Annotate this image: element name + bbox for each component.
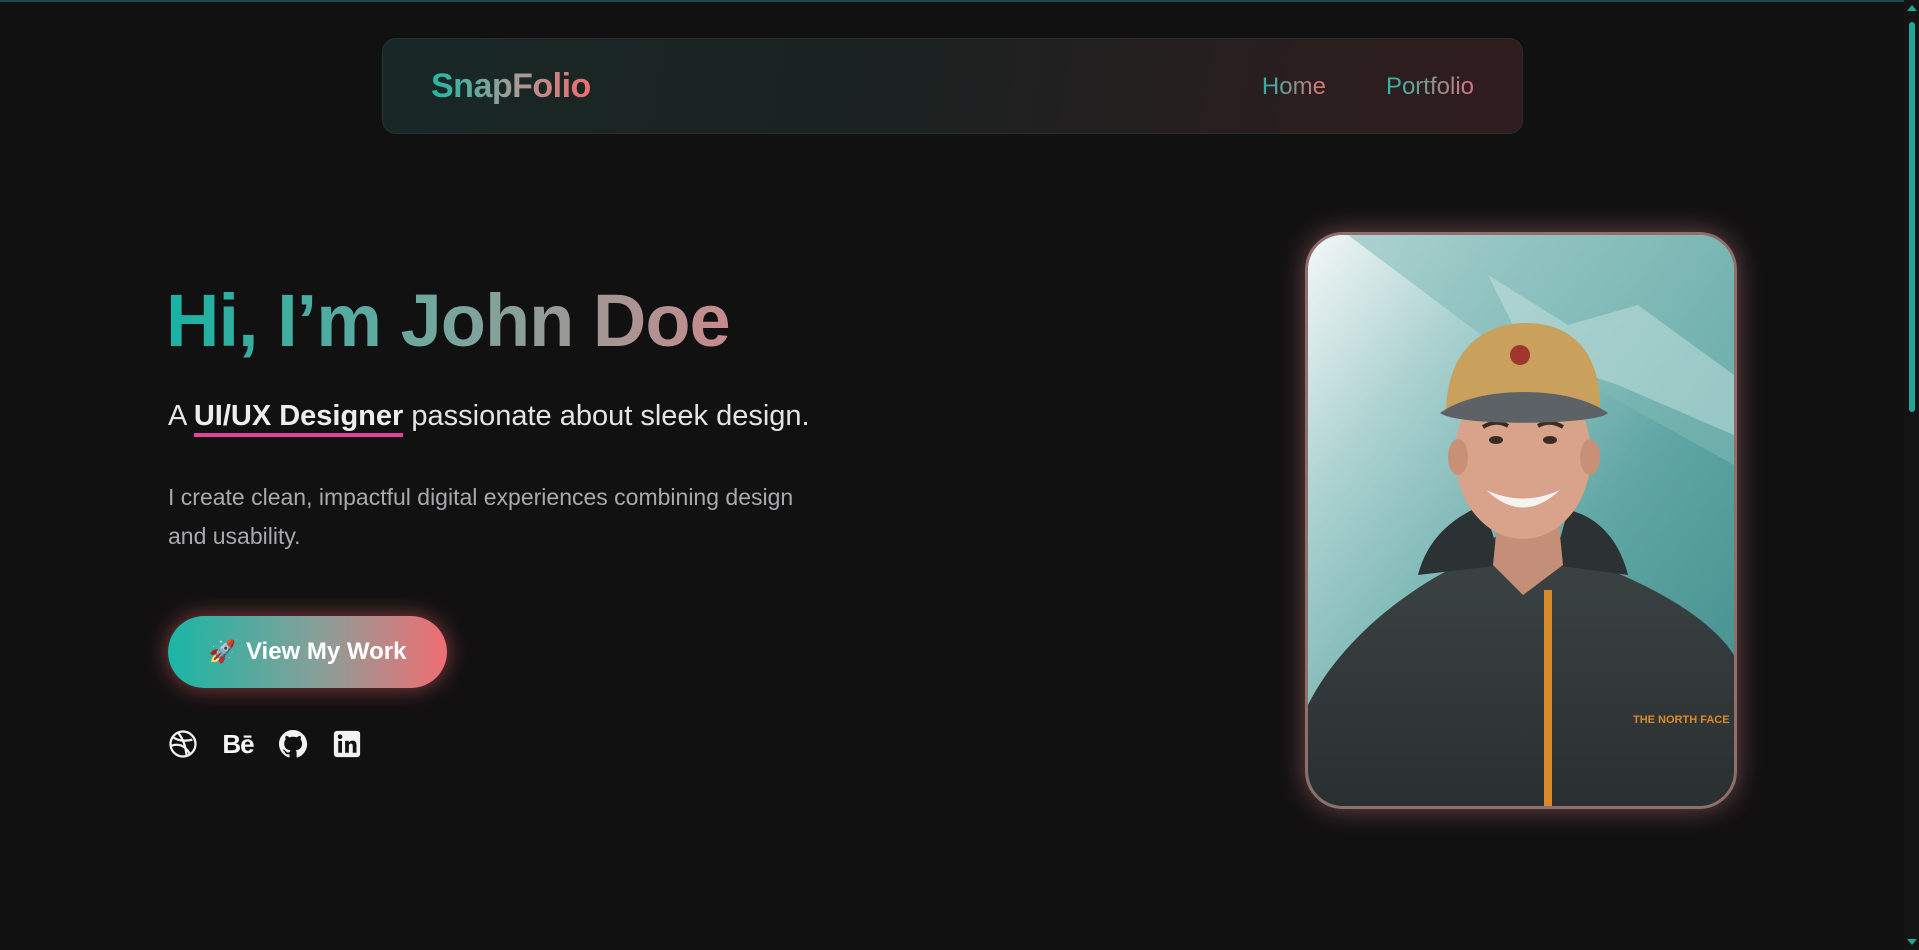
- github-icon[interactable]: [276, 727, 310, 761]
- view-my-work-button[interactable]: 🚀 View My Work: [168, 616, 447, 688]
- scroll-down-arrow-icon[interactable]: [1907, 939, 1917, 945]
- scroll-up-arrow-icon[interactable]: [1907, 5, 1917, 11]
- nav-link-home[interactable]: Home: [1262, 73, 1326, 101]
- tagline-role: UI/UX Designer: [193, 400, 404, 437]
- scrollbar[interactable]: [1904, 0, 1919, 950]
- dribbble-icon[interactable]: [166, 727, 200, 761]
- tagline-prefix: A: [168, 400, 194, 432]
- scrollbar-thumb[interactable]: [1909, 22, 1915, 412]
- profile-photo-illustration: THE NORTH FACE: [1308, 235, 1734, 806]
- linkedin-icon[interactable]: [330, 727, 364, 761]
- behance-icon[interactable]: Bē: [220, 727, 256, 761]
- tagline-suffix: passionate about sleek design.: [403, 400, 810, 432]
- cta-label: View My Work: [245, 638, 407, 665]
- window-top-border: [0, 0, 1919, 2]
- rocket-icon: 🚀: [208, 639, 236, 664]
- hero-title: Hi, I’m John Doe: [166, 279, 731, 362]
- site-logo[interactable]: SnapFolio: [431, 67, 591, 106]
- hero-tagline: A UI/UX Designer passionate about sleek …: [168, 400, 810, 437]
- nav-links: Home Portfolio: [1262, 73, 1474, 101]
- nav-link-portfolio[interactable]: Portfolio: [1386, 73, 1474, 101]
- navbar: SnapFolio Home Portfolio: [382, 38, 1523, 134]
- social-links: Bē: [166, 727, 364, 761]
- hero-description: I create clean, impactful digital experi…: [168, 484, 794, 549]
- jacket-logo: THE NORTH FACE: [1633, 714, 1730, 726]
- profile-photo: THE NORTH FACE: [1305, 232, 1737, 809]
